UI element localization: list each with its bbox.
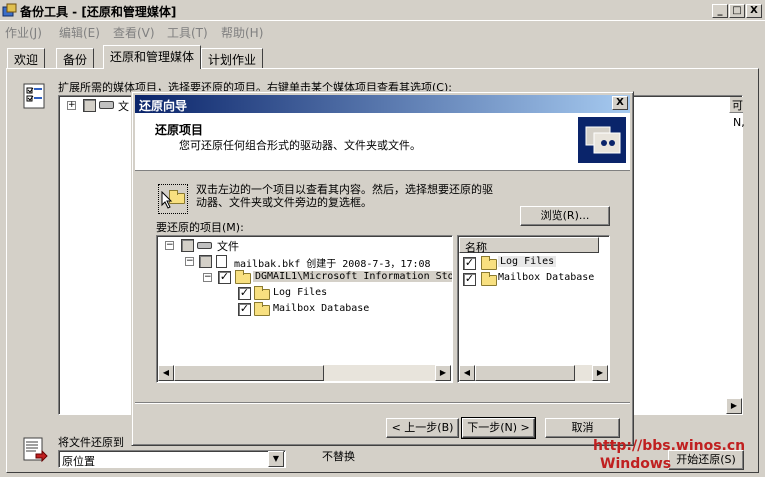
tree-files-checkbox[interactable] (181, 239, 194, 252)
wizard-banner-icon (578, 117, 626, 163)
list-logfiles-checkbox[interactable]: ✓ (463, 257, 476, 270)
drive-icon (197, 242, 212, 249)
tree-store-checkbox[interactable]: ✓ (218, 271, 231, 284)
list-item-logfiles[interactable]: Log Files (498, 256, 557, 267)
tab-restore-manage[interactable]: 还原和管理媒体 (103, 45, 202, 69)
dialog-header-title: 还原项目 (155, 123, 204, 137)
replace-option-label: 不替换 (322, 450, 355, 463)
restore-items-list[interactable]: 名称 ✓ Log Files ✓ Mailbox Database ◀ ▶ (457, 235, 610, 383)
restore-wizard-dialog: 还原向导 X 还原项目 您可还原任何组合形式的驱动器、文件夹或文件。 双击左边的… (131, 91, 634, 446)
backup-app-icon (2, 3, 17, 18)
scroll-thumb[interactable] (174, 365, 324, 381)
minimize-button[interactable]: _ (712, 4, 728, 18)
back-button[interactable]: < 上一步(B) (386, 418, 459, 438)
right-column-header[interactable]: 可 (729, 97, 743, 113)
menu-edit[interactable]: 编辑(E) (59, 24, 100, 41)
dialog-header-subtitle: 您可还原任何组合形式的驱动器、文件夹或文件。 (179, 139, 421, 152)
tree-horizontal-scrollbar[interactable]: ◀ ▶ (158, 365, 451, 381)
tree-collapse-toggle[interactable]: − (165, 241, 174, 250)
scroll-right-button[interactable]: ▶ (435, 365, 451, 381)
restore-location-select[interactable]: 原位置 ▼ (58, 450, 286, 468)
dialog-title: 还原向导 (139, 99, 188, 113)
tree-item-bkf[interactable]: mailbak.bkf 创建于 2008-7-3，17:08 (234, 255, 431, 270)
next-button[interactable]: 下一步(N) > (461, 417, 536, 439)
watermark-url: http://bbs.winos.cn (593, 438, 746, 454)
backup-file-icon (216, 255, 227, 268)
tree-root-checkbox[interactable] (83, 99, 96, 112)
close-button[interactable]: X (746, 4, 762, 18)
scroll-right-button[interactable]: ▶ (592, 365, 608, 381)
folder-icon (481, 272, 497, 286)
tree-root-label: 文 (118, 100, 129, 113)
dialog-header: 还原项目 您可还原任何组合形式的驱动器、文件夹或文件。 (135, 113, 630, 171)
watermark-brand: Windows (600, 456, 672, 472)
restore-location-value: 原位置 (62, 455, 95, 468)
menu-tools[interactable]: 工具(T) (167, 24, 208, 41)
restore-destination-icon (22, 436, 48, 463)
menu-job[interactable]: 作业(J) (5, 24, 42, 41)
tree-collapse-toggle[interactable]: − (203, 273, 212, 282)
list-horizontal-scrollbar[interactable]: ◀ ▶ (459, 365, 608, 381)
folder-icon (254, 286, 270, 300)
tab-backup[interactable]: 备份 (56, 48, 95, 68)
tab-welcome[interactable]: 欢迎 (7, 48, 46, 68)
browse-button[interactable]: 浏览(R)... (520, 206, 610, 226)
items-to-restore-label: 要还原的项目(M): (156, 221, 244, 234)
menu-bar: 作业(J) 编辑(E) 查看(V) 工具(T) 帮助(H) (0, 22, 765, 42)
tree-logfiles-checkbox[interactable]: ✓ (238, 287, 251, 300)
folder-icon (481, 256, 497, 270)
tree-expand-toggle[interactable]: + (67, 101, 76, 110)
menu-view[interactable]: 查看(V) (113, 24, 155, 41)
maximize-button[interactable]: □ (729, 4, 745, 18)
main-title-bar[interactable]: 备份工具 - [还原和管理媒体] _ □ X (0, 0, 765, 21)
list-mailbox-checkbox[interactable]: ✓ (463, 273, 476, 286)
tree-mailbox-checkbox[interactable]: ✓ (238, 303, 251, 316)
cancel-button[interactable]: 取消 (545, 418, 620, 438)
dialog-close-icon[interactable]: X (612, 96, 628, 110)
right-column-value: N, (733, 116, 745, 129)
scroll-left-button[interactable]: ◀ (158, 365, 174, 381)
drive-icon (99, 101, 114, 109)
tree-item-logfiles[interactable]: Log Files (273, 287, 327, 298)
restore-media-icon (22, 82, 50, 110)
menu-help[interactable]: 帮助(H) (221, 24, 263, 41)
hint-line-2: 动器、文件夹或文件旁边的复选框。 (196, 196, 372, 209)
folder-icon (254, 302, 270, 316)
tree-bkf-checkbox[interactable] (199, 255, 212, 268)
dialog-divider (135, 402, 630, 404)
list-column-name[interactable]: 名称 (459, 237, 599, 254)
tab-schedule[interactable]: 计划作业 (201, 48, 264, 68)
scroll-thumb[interactable] (475, 365, 575, 381)
tree-item-mailbox[interactable]: Mailbox Database (273, 303, 369, 314)
window-title: 备份工具 - [还原和管理媒体] (20, 5, 177, 19)
folder-icon (235, 270, 251, 284)
chevron-down-icon[interactable]: ▼ (268, 451, 284, 467)
folder-hint-icon (158, 184, 188, 214)
tree-item-files[interactable]: 文件 (217, 238, 239, 254)
restore-items-tree[interactable]: − 文件 − mailbak.bkf 创建于 2008-7-3，17:08 − … (156, 235, 453, 383)
dialog-title-bar[interactable]: 还原向导 (135, 95, 630, 113)
tree-item-store[interactable]: DGMAIL1\Microsoft Information Sto (253, 271, 452, 282)
list-item-mailbox[interactable]: Mailbox Database (498, 272, 594, 283)
tree-collapse-toggle[interactable]: − (185, 257, 194, 266)
restore-to-label: 将文件还原到 (58, 436, 124, 449)
main-scroll-right-button[interactable]: ▶ (726, 398, 742, 414)
scroll-left-button[interactable]: ◀ (459, 365, 475, 381)
